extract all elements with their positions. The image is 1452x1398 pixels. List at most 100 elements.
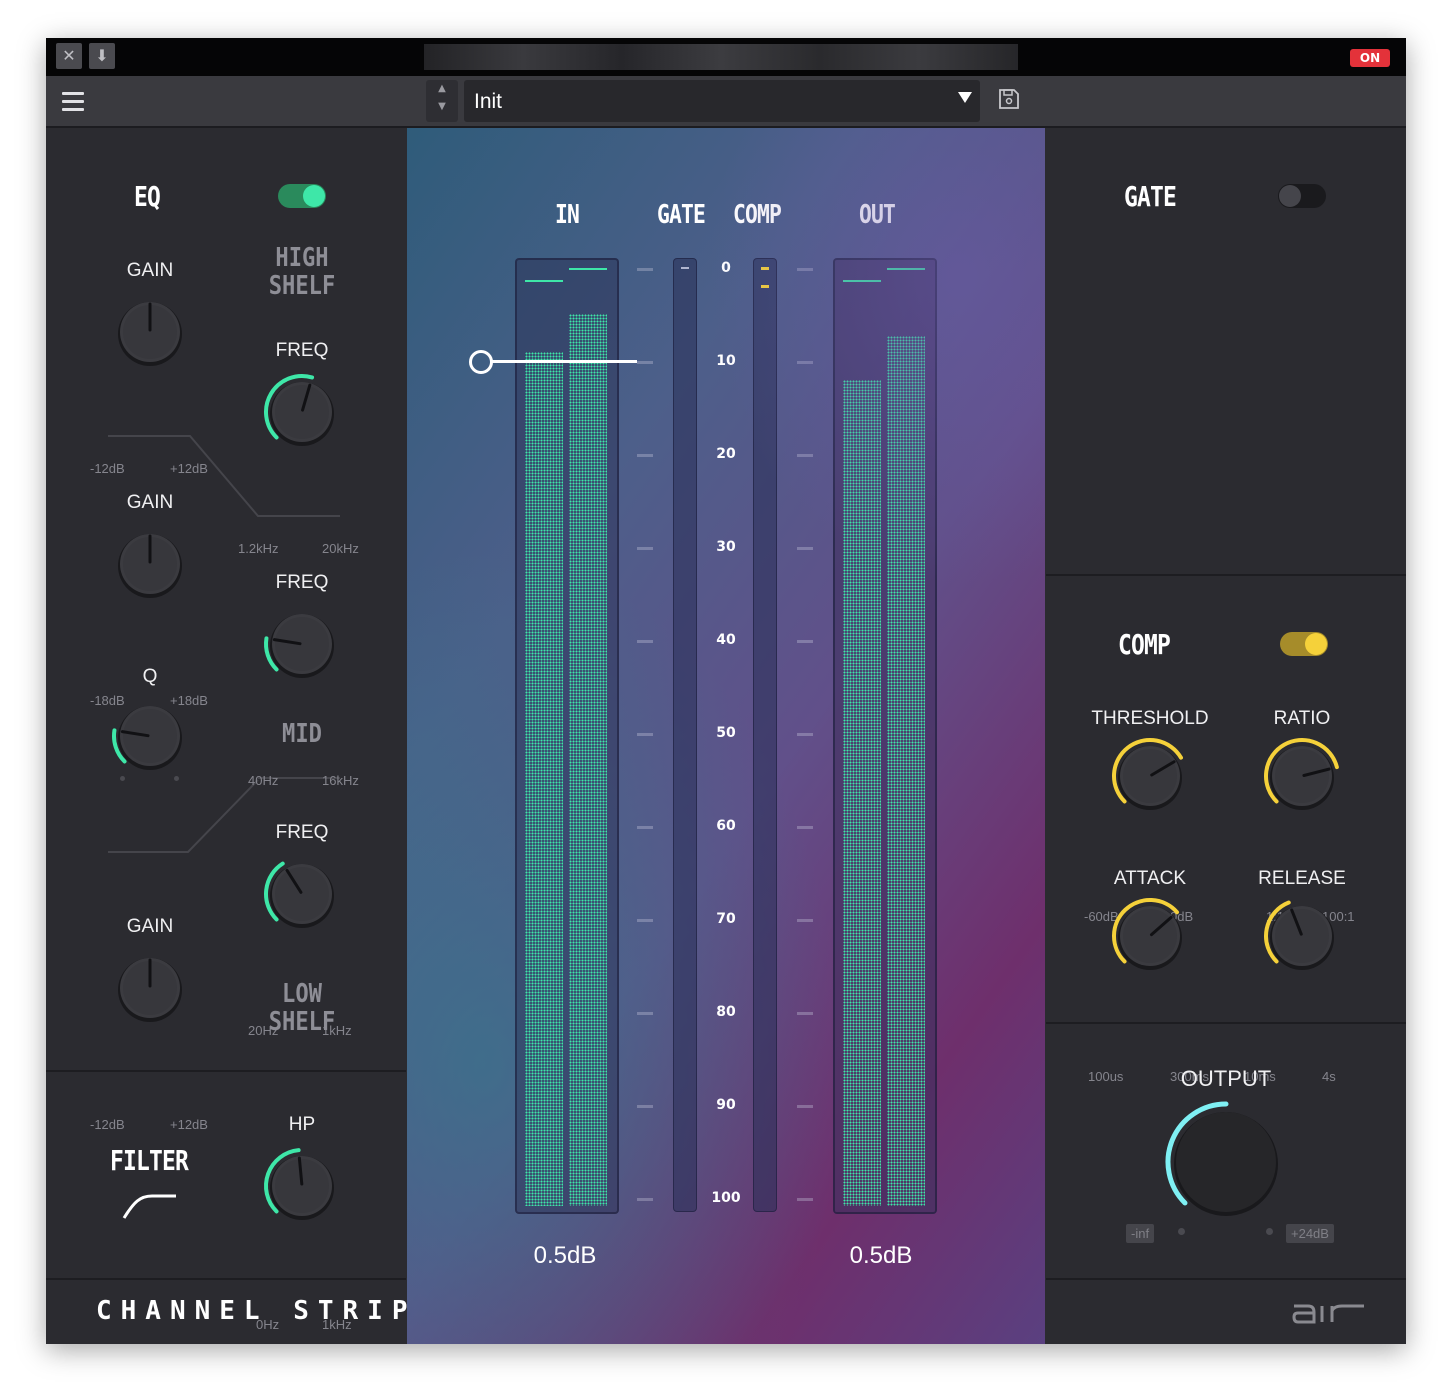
mid-q-label: Q (142, 666, 158, 687)
preset-name: Init (474, 90, 503, 113)
dynamics-panel: GATE COMP THRESHOLD -60dB 0dB RATIO 1:1 … (1046, 128, 1406, 1344)
attack-label: ATTACK (1113, 868, 1187, 889)
hamburger-menu-icon[interactable] (62, 92, 84, 111)
scale-tick-right (797, 733, 813, 736)
low-shelf-gain-knob[interactable] (108, 946, 192, 1030)
output-min-dot (1178, 1228, 1185, 1235)
comp-meter-label: COMP (733, 200, 782, 230)
filter-title: FILTER (110, 1144, 189, 1177)
input-level-meter (515, 258, 619, 1214)
output-peak-right (887, 268, 925, 270)
mid-freq-knob[interactable] (260, 602, 344, 686)
download-icon[interactable]: ⬇ (89, 43, 115, 69)
title-bar: ✕ ⬇ ON (46, 38, 1406, 76)
scale-value: 60 (716, 818, 736, 834)
comp-enable-toggle[interactable] (1280, 632, 1328, 656)
scale-tick-left (637, 1198, 653, 1201)
output-bar-left (843, 380, 881, 1206)
scale-tick-right (797, 547, 813, 550)
low-shelf-freq-label: FREQ (275, 822, 329, 843)
release-label: RELEASE (1258, 868, 1346, 889)
scale-tick-left (637, 640, 653, 643)
eq-enable-toggle[interactable] (278, 184, 326, 208)
scale-tick-right (797, 1105, 813, 1108)
window-title-blurred (424, 44, 1018, 70)
attack-min: 100us (1088, 1069, 1124, 1084)
output-logo-divider (1046, 1278, 1406, 1280)
attack-knob[interactable] (1108, 894, 1192, 978)
output-label: OUTPUT (1180, 1066, 1272, 1091)
low-shelf-gain-min: -12dB (90, 1117, 125, 1132)
scale-tick-left (637, 1012, 653, 1015)
scale-tick-left (637, 361, 653, 364)
mid-q-knob[interactable] (108, 694, 192, 778)
gate-threshold-handle[interactable] (469, 350, 639, 374)
high-shelf-label: HIGH SHELF (268, 243, 336, 301)
scale-value: 70 (716, 911, 736, 927)
scale-value: 0 (721, 260, 731, 276)
preset-up-down-icon[interactable]: ▲ ▼ (426, 80, 458, 122)
high-shelf-freq-max: 20kHz (322, 541, 359, 556)
output-knob[interactable] (1162, 1098, 1290, 1226)
scale-value: 50 (716, 725, 736, 741)
gate-comp-divider (1046, 574, 1406, 576)
scale-tick-left (637, 826, 653, 829)
low-shelf-gain-label: GAIN (126, 916, 174, 937)
preset-bar: ▲ ▼ Init (46, 76, 1406, 128)
gate-peak-marker (681, 267, 689, 269)
threshold-label: THRESHOLD (1091, 708, 1209, 729)
low-shelf-gain-max: +12dB (170, 1117, 208, 1132)
scale-tick-left (637, 919, 653, 922)
hp-knob[interactable] (260, 1144, 344, 1228)
comp-output-divider (1046, 1022, 1406, 1024)
scale-value: 80 (716, 1004, 736, 1020)
gate-reduction-meter (673, 258, 697, 1212)
mid-band-label: MID (282, 719, 322, 749)
scale-tick-right (797, 919, 813, 922)
scale-tick-right (797, 826, 813, 829)
power-on-badge[interactable]: ON (1350, 49, 1390, 67)
preset-dropdown[interactable]: Init (464, 80, 980, 122)
scale-tick-right (797, 361, 813, 364)
mid-freq-min: 40Hz (248, 773, 279, 788)
input-peak-right (569, 268, 607, 270)
high-shelf-freq-knob[interactable] (260, 370, 344, 454)
output-bar-right (887, 335, 925, 1206)
scale-tick-right (797, 1198, 813, 1201)
scale-value: 90 (716, 1097, 736, 1113)
in-meter-label: IN (555, 200, 580, 230)
q-min-dot (120, 776, 125, 781)
input-bar-right (569, 314, 607, 1206)
threshold-knob[interactable] (1108, 734, 1192, 818)
mid-freq-label: FREQ (275, 572, 329, 593)
output-max-dot (1266, 1228, 1273, 1235)
air-logo (1292, 1304, 1364, 1324)
scale-value: 30 (716, 539, 736, 555)
plugin-window: ✕ ⬇ ON ▲ ▼ Init EQ HIGH SHELF GAIN -12dB… (46, 38, 1406, 1344)
gate-enable-toggle[interactable] (1278, 184, 1326, 208)
scale-value: 100 (711, 1190, 741, 1206)
output-level-meter (833, 258, 937, 1214)
mid-gain-knob[interactable] (108, 522, 192, 606)
high-shelf-gain-max: +12dB (170, 461, 208, 476)
release-max: 4s (1322, 1069, 1336, 1084)
mid-freq-max: 16kHz (322, 773, 359, 788)
release-knob[interactable] (1260, 894, 1344, 978)
high-shelf-gain-min: -12dB (90, 461, 125, 476)
scale-tick-right (797, 268, 813, 271)
meter-panel: IN GATE COMP OUT 0 10 20 30 40 50 60 70 80 90 100 (407, 128, 1045, 1344)
comp-hold-marker (761, 285, 769, 288)
low-shelf-freq-knob[interactable] (260, 852, 344, 936)
gate-title: GATE (1124, 180, 1177, 213)
save-preset-icon[interactable] (998, 88, 1020, 110)
close-icon[interactable]: ✕ (56, 43, 82, 69)
output-max: +24dB (1286, 1224, 1334, 1243)
scale-tick-left (637, 547, 653, 550)
out-meter-label: OUT (859, 200, 896, 230)
ratio-knob[interactable] (1260, 734, 1344, 818)
ratio-label: RATIO (1273, 708, 1331, 729)
low-shelf-label: LOW SHELF (268, 979, 336, 1037)
scale-tick-right (797, 640, 813, 643)
scale-value: 10 (716, 353, 736, 369)
high-shelf-gain-knob[interactable] (108, 290, 192, 374)
